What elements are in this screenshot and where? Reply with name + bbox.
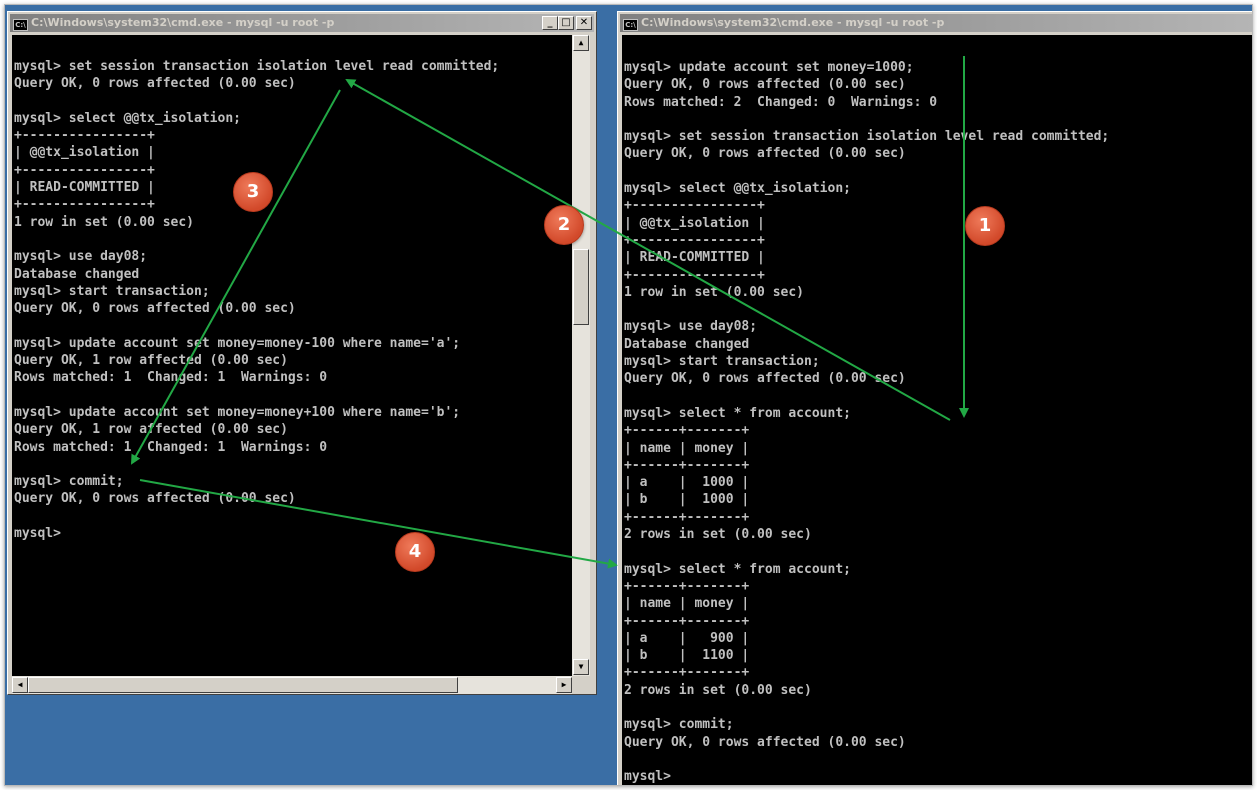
left-window-title: C:\Windows\system32\cmd.exe - mysql -u r… — [31, 16, 335, 29]
console-line: | b | 1000 | — [624, 492, 750, 508]
console-line: 1 row in set (0.00 sec) — [624, 284, 805, 300]
console-line: mysql> commit; — [624, 717, 734, 733]
console-line: Query OK, 0 rows affected (0.00 sec) — [14, 301, 296, 317]
right-console-output[interactable]: mysql> update account set money=1000; Que… — [622, 35, 1252, 785]
console-line: | a | 1000 | — [624, 475, 750, 491]
console-line: mysql> commit; — [14, 474, 124, 490]
console-line: +------+-------+ — [624, 578, 750, 594]
maximize-button[interactable]: □ — [558, 16, 574, 30]
console-line: +------+-------+ — [624, 423, 750, 439]
console-line: Query OK, 0 rows affected (0.00 sec) — [624, 371, 906, 387]
console-line: Query OK, 0 rows affected (0.00 sec) — [14, 491, 296, 507]
console-line: Rows matched: 1 Changed: 1 Warnings: 0 — [14, 370, 328, 386]
close-button[interactable]: ✕ — [576, 16, 592, 30]
right-title-bar[interactable]: C:\ C:\Windows\system32\cmd.exe - mysql -… — [620, 14, 1252, 32]
console-line: mysql> select * from account; — [624, 561, 851, 577]
left-title-bar[interactable]: C:\ C:\Windows\system32\cmd.exe - mysql -… — [10, 14, 594, 32]
console-line: mysql> — [624, 769, 671, 785]
console-line: mysql> update account set money=money+10… — [14, 404, 461, 420]
console-line: Rows matched: 1 Changed: 1 Warnings: 0 — [14, 439, 328, 455]
console-line: | name | money | — [624, 596, 750, 612]
console-line: Query OK, 0 rows affected (0.00 sec) — [624, 734, 906, 750]
console-line: mysql> select * from account; — [624, 405, 851, 421]
step-badge-2: 2 — [544, 205, 584, 245]
cmd-icon[interactable]: C:\ — [13, 19, 28, 31]
console-line: Query OK, 1 row affected (0.00 sec) — [14, 353, 288, 369]
console-line: mysql> start transaction; — [624, 354, 820, 370]
screenshot-frame: C:\ C:\Windows\system32\cmd.exe - mysql -… — [4, 4, 1253, 786]
console-line: +------+-------+ — [624, 613, 750, 629]
console-line: +----------------+ — [624, 232, 765, 248]
console-line: +----------------+ — [624, 198, 765, 214]
console-line: Query OK, 0 rows affected (0.00 sec) — [624, 77, 906, 93]
left-window-controls: _ □ ✕ — [542, 16, 592, 30]
console-line: mysql> set session transaction isolation… — [14, 59, 500, 74]
console-line: +------+-------+ — [624, 665, 750, 681]
console-line: mysql> update account set money=1000; — [624, 60, 914, 75]
console-line: +----------------+ — [14, 162, 155, 178]
console-line: | READ-COMMITTED | — [14, 180, 155, 196]
cmd-icon[interactable]: C:\ — [623, 19, 638, 31]
console-line: mysql> use day08; — [624, 319, 758, 335]
resize-grip[interactable] — [574, 678, 590, 694]
console-line: +------+-------+ — [624, 457, 750, 473]
minimize-button[interactable]: _ — [542, 16, 558, 30]
console-line: | name | money | — [624, 440, 750, 456]
right-window-title: C:\Windows\system32\cmd.exe - mysql -u r… — [641, 16, 945, 29]
console-line: mysql> update account set money=money-10… — [14, 335, 461, 351]
console-line: mysql> select @@tx_isolation; — [624, 181, 851, 197]
console-line: +----------------+ — [624, 267, 765, 283]
console-line: | a | 900 | — [624, 630, 750, 646]
console-line: | @@tx_isolation | — [14, 145, 155, 161]
left-cmd-window: C:\ C:\Windows\system32\cmd.exe - mysql -… — [7, 11, 597, 695]
horizontal-scroll-thumb[interactable] — [28, 677, 458, 693]
console-line: | @@tx_isolation | — [624, 215, 765, 231]
console-line: Query OK, 0 rows affected (0.00 sec) — [14, 76, 296, 92]
console-line: 2 rows in set (0.00 sec) — [624, 682, 812, 698]
left-console-output[interactable]: mysql> set session transaction isolation… — [12, 35, 572, 676]
left-vertical-scrollbar[interactable]: ▲ ▼ — [572, 35, 590, 676]
console-line: mysql> select @@tx_isolation; — [14, 110, 241, 126]
console-line: Database changed — [624, 336, 750, 352]
step-badge-3: 3 — [233, 172, 273, 212]
console-line: Query OK, 1 row affected (0.00 sec) — [14, 422, 288, 438]
scroll-up-button[interactable]: ▲ — [573, 35, 589, 51]
right-cmd-window: C:\ C:\Windows\system32\cmd.exe - mysql -… — [617, 11, 1252, 785]
console-line: mysql> set session transaction isolation… — [624, 129, 1110, 145]
console-line: mysql> use day08; — [14, 249, 148, 265]
console-line: | b | 1100 | — [624, 648, 750, 664]
scroll-right-button[interactable]: ▶ — [556, 677, 572, 693]
left-horizontal-scrollbar[interactable]: ◀ ▶ — [12, 676, 572, 694]
console-line: +----------------+ — [14, 128, 155, 144]
console-line: Rows matched: 2 Changed: 0 Warnings: 0 — [624, 94, 938, 110]
console-line: mysql> — [14, 526, 61, 542]
scroll-left-button[interactable]: ◀ — [12, 677, 28, 693]
console-line: 2 rows in set (0.00 sec) — [624, 527, 812, 543]
console-line: mysql> start transaction; — [14, 283, 210, 299]
console-line: Query OK, 0 rows affected (0.00 sec) — [624, 146, 906, 162]
vertical-scroll-thumb[interactable] — [573, 249, 589, 325]
step-badge-4: 4 — [395, 532, 435, 572]
scroll-down-button[interactable]: ▼ — [573, 659, 589, 675]
console-line: +------+-------+ — [624, 509, 750, 525]
step-badge-1: 1 — [965, 206, 1005, 246]
console-line: | READ-COMMITTED | — [624, 250, 765, 266]
console-line: 1 row in set (0.00 sec) — [14, 214, 195, 230]
console-line: Database changed — [14, 266, 140, 282]
console-line: +----------------+ — [14, 197, 155, 213]
